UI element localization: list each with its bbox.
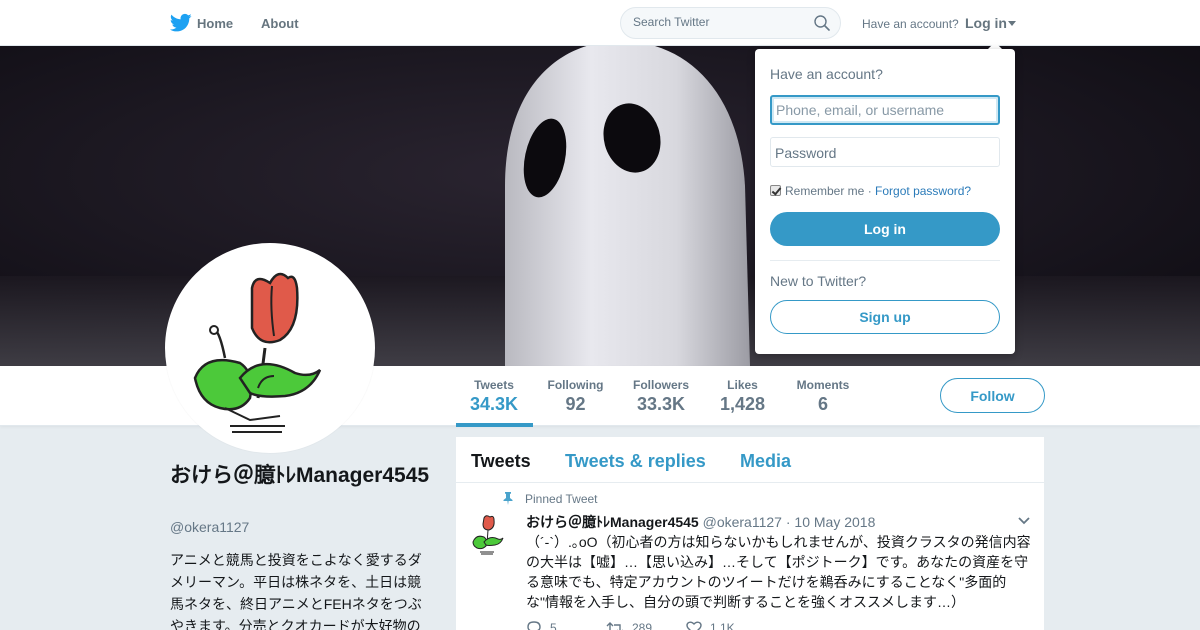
new-to-twitter-text: New to Twitter?	[770, 273, 867, 289]
password-input[interactable]	[775, 145, 985, 161]
forgot-password-link[interactable]: Forgot password?	[875, 184, 971, 198]
retweet-icon	[606, 621, 624, 630]
tab-tweets[interactable]: Tweets	[471, 451, 531, 472]
twitter-bird-icon[interactable]	[170, 13, 192, 33]
password-field[interactable]	[770, 137, 1000, 167]
tulip-character-avatar	[170, 248, 370, 448]
remember-separator: ·	[867, 184, 872, 198]
timeline-tabs: Tweets Tweets & replies Media	[456, 437, 1044, 483]
tweet-text: （´-`）.｡oO（初心者の方は知らないかもしれませんが、投資クラスタの発信内容…	[526, 534, 1031, 610]
tab-media[interactable]: Media	[740, 451, 791, 472]
stat-label: Moments	[796, 378, 850, 392]
dropdown-divider	[770, 260, 1000, 261]
active-tab-indicator	[456, 423, 533, 427]
top-navigation-bar: Home About Have an account? Log in	[0, 0, 1200, 46]
pinned-tweet-label: Pinned Tweet	[525, 492, 598, 506]
tweet-date[interactable]: 10 May 2018	[794, 514, 875, 530]
profile-bio: アニメと競馬と投資をこよなく愛するダメリーマン。平日は株ネタを、土日は競馬ネタを…	[170, 552, 422, 630]
pinned-tweet[interactable]: Pinned Tweet おけら＠臆ﾄﾚManager4545 @okera11…	[456, 484, 1044, 630]
heart-icon	[686, 621, 702, 630]
stat-value: 92	[565, 394, 586, 414]
stat-label: Tweets	[474, 378, 514, 392]
have-account-text: Have an account?	[862, 17, 959, 31]
retweet-button[interactable]: 289	[606, 620, 652, 630]
tweet-author-handle[interactable]: @okera1127	[703, 514, 782, 530]
profile-avatar[interactable]	[165, 243, 375, 453]
timeline-card: Tweets Tweets & replies Media Pinned Twe…	[456, 437, 1044, 630]
stat-label: Likes	[727, 378, 758, 392]
stat-following[interactable]: Following 92	[547, 378, 604, 415]
profile-handle[interactable]: @okera1127	[170, 519, 249, 535]
remember-me-label[interactable]: Remember me	[785, 184, 864, 198]
stat-likes[interactable]: Likes 1,428	[720, 378, 765, 415]
reply-count: 5	[550, 620, 557, 630]
nav-about-link[interactable]: About	[261, 16, 299, 31]
search-box[interactable]	[620, 7, 841, 39]
profile-display-name: おけら＠臆ﾄﾚManager4545	[170, 464, 430, 487]
chevron-down-icon[interactable]	[1018, 517, 1030, 525]
tweet-header: おけら＠臆ﾄﾚManager4545 @okera1127 · 10 May 2…	[526, 512, 875, 532]
username-field[interactable]	[770, 95, 1000, 125]
search-icon[interactable]	[814, 15, 830, 31]
pin-icon	[503, 492, 513, 505]
remember-me-checkbox[interactable]	[770, 185, 781, 196]
tweet-separator: ·	[785, 514, 791, 530]
stat-followers[interactable]: Followers 33.3K	[632, 378, 690, 415]
tab-tweets-and-replies[interactable]: Tweets & replies	[565, 451, 706, 472]
remember-me-row: Remember me · Forgot password?	[770, 184, 971, 198]
nav-home-link[interactable]: Home	[197, 16, 233, 31]
follow-button[interactable]: Follow	[940, 378, 1045, 413]
stat-label: Following	[547, 378, 604, 392]
like-button[interactable]: 1.1K	[686, 620, 735, 630]
login-dropdown-title: Have an account?	[770, 66, 883, 82]
stat-value: 1,428	[720, 394, 766, 414]
like-count: 1.1K	[710, 620, 735, 630]
reply-button[interactable]: 5	[526, 620, 557, 630]
tweet-actions: 5 289 1.1K	[526, 620, 826, 630]
tweet-author-name[interactable]: おけら＠臆ﾄﾚManager4545	[526, 514, 699, 530]
login-button[interactable]: Log in	[770, 212, 1000, 246]
search-input[interactable]	[633, 15, 813, 29]
signup-button[interactable]: Sign up	[770, 300, 1000, 334]
username-input[interactable]	[776, 102, 986, 118]
stat-value: 6	[817, 394, 828, 414]
retweet-count: 289	[632, 620, 653, 630]
login-menu-link[interactable]: Log in	[965, 15, 1007, 31]
stat-tweets[interactable]: Tweets 34.3K	[470, 378, 518, 415]
caret-down-icon[interactable]	[1008, 21, 1016, 26]
stat-value: 34.3K	[470, 394, 519, 414]
reply-icon	[527, 621, 541, 630]
stat-value: 33.3K	[636, 394, 686, 414]
tweet-author-avatar[interactable]	[470, 514, 506, 558]
login-dropdown: Have an account? Remember me · Forgot pa…	[755, 49, 1015, 354]
stat-moments[interactable]: Moments 6	[795, 378, 851, 415]
stat-label: Followers	[632, 378, 689, 392]
